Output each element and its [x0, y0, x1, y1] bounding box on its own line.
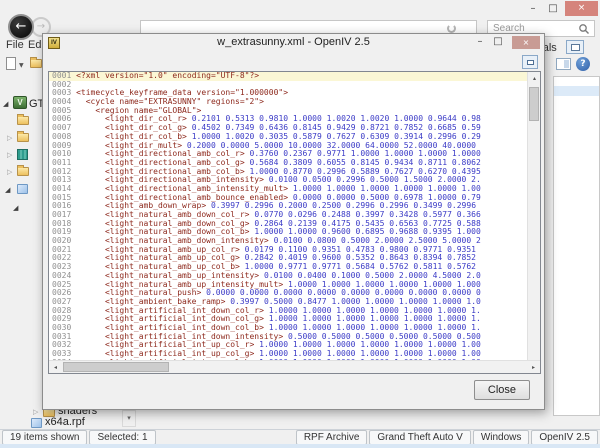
status-game: Grand Theft Auto V [369, 430, 470, 445]
rpf-archive-icon[interactable] [17, 184, 28, 194]
main-close-button[interactable]: × [565, 1, 598, 16]
archive-icon[interactable] [17, 149, 28, 160]
new-file-icon[interactable] [6, 57, 16, 70]
tree-collapsed-icon[interactable]: ▷ [7, 134, 12, 142]
help-icon[interactable]: ? [576, 57, 590, 71]
window-layout-button[interactable] [566, 40, 584, 54]
tree-expander-root[interactable]: ◢ [3, 100, 8, 108]
tree-expander[interactable]: ◢ [13, 204, 18, 212]
search-icon [578, 23, 590, 35]
split-panel-shade [564, 60, 569, 68]
refresh-icon[interactable] [447, 24, 456, 33]
xml-viewer-window: IV w_extrasunny.xml - OpenIV 2.5 – □ × 0… [42, 33, 545, 410]
horizontal-scrollbar[interactable]: ◂ ▸ [49, 360, 540, 373]
status-platform: Windows [473, 430, 530, 445]
tree-item-x64a-rpf[interactable]: x64a.rpf [45, 416, 85, 428]
word-wrap-icon [527, 60, 534, 65]
dialog-close-button[interactable]: × [512, 36, 540, 49]
dialog-titlebar[interactable]: IV w_extrasunny.xml - OpenIV 2.5 – □ × [43, 34, 544, 52]
window-bottom-edge [0, 444, 600, 448]
dialog-minimize-button[interactable]: – [472, 36, 488, 47]
folder-icon[interactable] [17, 167, 29, 176]
rpf-archive-icon[interactable] [31, 418, 42, 428]
main-minimize-button[interactable]: – [524, 2, 542, 16]
layout-icon [571, 44, 580, 51]
status-archive-type: RPF Archive [296, 430, 368, 445]
dialog-footer: Close [43, 373, 544, 409]
code-lines[interactable]: 0001 <?xml version="1.0" encoding="UTF-8… [49, 72, 527, 360]
vertical-scroll-thumb[interactable] [529, 87, 539, 121]
main-titlebar [0, 0, 600, 18]
new-file-dropdown-icon[interactable]: ▼ [19, 62, 24, 69]
word-wrap-toggle-button[interactable] [522, 55, 538, 69]
right-info-panel [553, 76, 600, 416]
dialog-title: w_extrasunny.xml - OpenIV 2.5 [43, 36, 544, 48]
tree-collapsed-icon[interactable]: ▷ [7, 168, 12, 176]
vertical-scrollbar[interactable]: ▴ [527, 72, 540, 360]
code-line: 0001 <?xml version="1.0" encoding="UTF-8… [49, 72, 527, 81]
scroll-up-icon[interactable]: ▴ [528, 72, 541, 85]
status-items-shown: 19 items shown [2, 430, 87, 445]
dialog-maximize-button[interactable]: □ [490, 36, 506, 47]
main-maximize-button[interactable]: □ [544, 2, 562, 16]
folder-icon[interactable] [17, 133, 29, 142]
tree-collapsed-icon[interactable]: ▷ [7, 151, 12, 159]
menu-file[interactable]: File [6, 39, 24, 51]
close-button[interactable]: Close [474, 380, 530, 400]
split-panel-icon[interactable] [556, 58, 571, 70]
gtav-logo-icon: V [13, 96, 27, 109]
tree-scrollbar-down[interactable]: ▾ [122, 410, 136, 427]
folder-icon[interactable] [17, 116, 29, 125]
open-folder-icon[interactable] [30, 59, 42, 68]
right-panel-row [554, 86, 599, 96]
back-button[interactable]: ← [8, 14, 34, 40]
status-app-version: OpenIV 2.5 [531, 430, 598, 445]
tree-collapsed-icon[interactable]: ▷ [33, 408, 38, 416]
screen: – □ × ← → Search File Edit Tutorials ▼ ?… [0, 0, 600, 448]
code-editor: 0001 <?xml version="1.0" encoding="UTF-8… [48, 71, 541, 374]
status-selected: Selected: 1 [89, 430, 155, 445]
tree-expander[interactable]: ◢ [5, 186, 10, 194]
horizontal-scroll-thumb[interactable] [63, 362, 169, 372]
